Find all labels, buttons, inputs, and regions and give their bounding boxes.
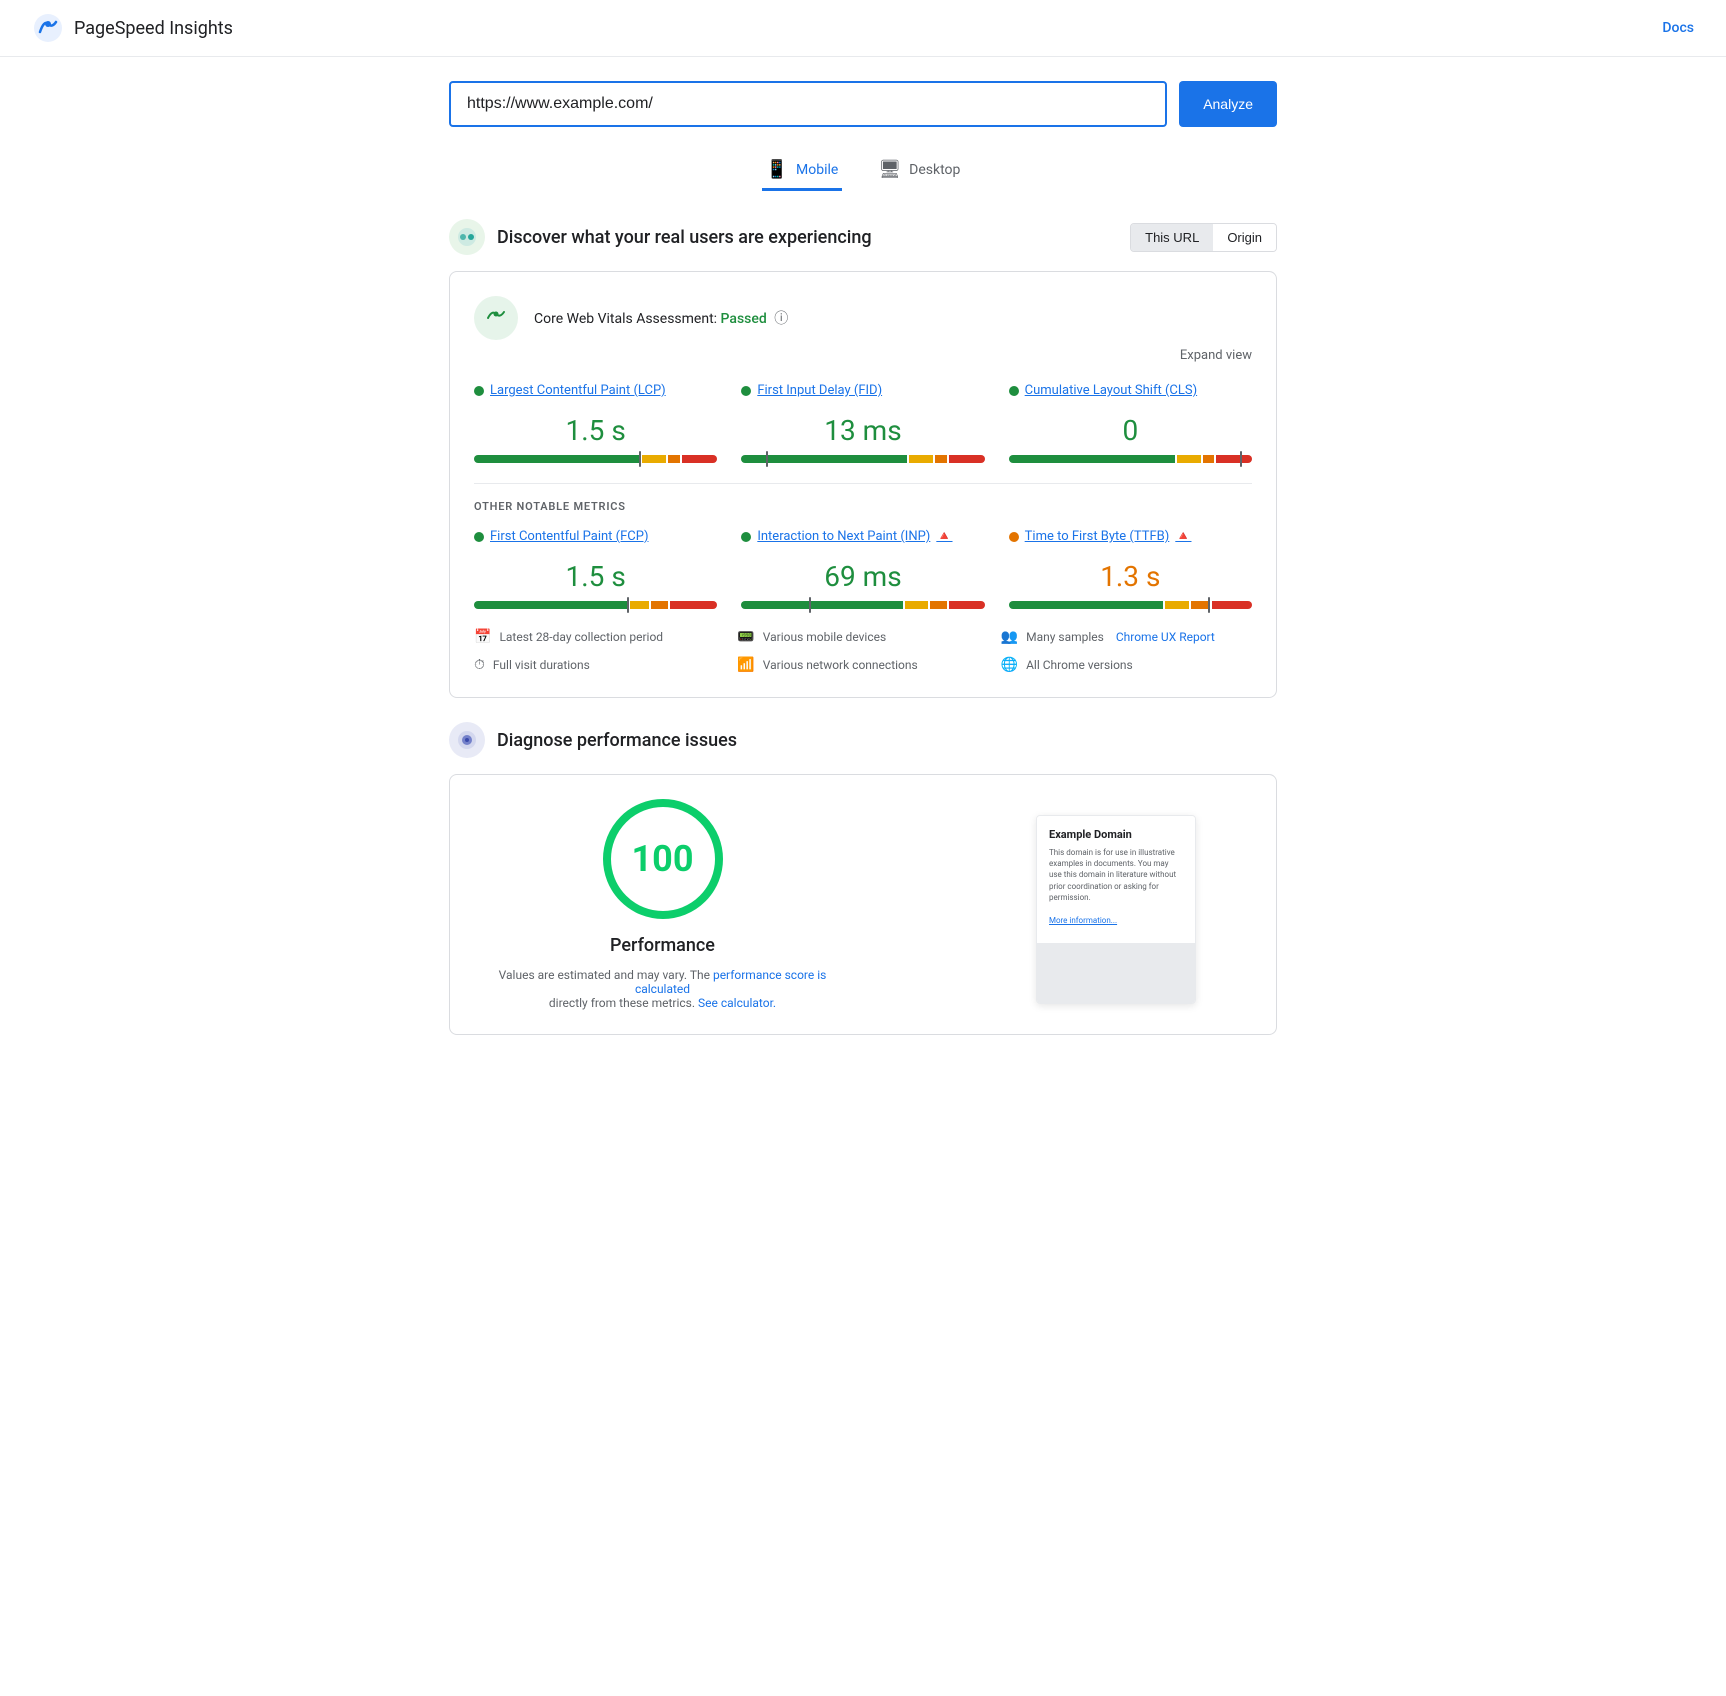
expand-view-button[interactable]: Expand view	[474, 348, 1252, 363]
metrics-divider	[474, 483, 1252, 484]
diagnose-layout: 100 Performance Values are estimated and…	[474, 799, 1252, 1010]
ttfb-dot	[1009, 532, 1019, 542]
main-content: Analyze 📱 Mobile 🖥 Desktop Discover what…	[433, 57, 1293, 1083]
diagnose-title-area: Diagnose performance issues	[449, 722, 737, 758]
network-icon: 📶	[737, 657, 754, 673]
chrome-icon: 🌐	[1001, 657, 1018, 673]
notable-metrics-label: OTHER NOTABLE METRICS	[474, 500, 1252, 513]
performance-score-value: 100	[632, 838, 694, 880]
docs-link[interactable]: Docs	[1662, 20, 1694, 36]
metric-fid-label[interactable]: First Input Delay (FID)	[741, 383, 984, 398]
calendar-icon: 📅	[474, 629, 491, 645]
metric-fcp-value: 1.5 s	[474, 560, 717, 593]
metric-inp-label[interactable]: Interaction to Next Paint (INP) 🔺	[741, 529, 984, 544]
origin-button[interactable]: Origin	[1213, 224, 1276, 251]
preview-link[interactable]: More information...	[1049, 916, 1117, 925]
performance-score-circle: 100	[603, 799, 723, 919]
inp-progress-bar	[741, 601, 984, 609]
device-tabs: 📱 Mobile 🖥 Desktop	[449, 151, 1277, 191]
ttfb-progress-bar	[1009, 601, 1252, 609]
page-preview-content: Example Domain This domain is for use in…	[1037, 816, 1195, 939]
tab-desktop[interactable]: 🖥 Desktop	[874, 151, 964, 191]
crux-card: Core Web Vitals Assessment: Passed ⓘ Exp…	[449, 271, 1277, 698]
mobile-icon: 📱	[766, 159, 788, 180]
preview-title: Example Domain	[1049, 828, 1183, 841]
info-mobile-devices: 📟 Various mobile devices	[737, 629, 988, 645]
cwv-passed: Passed	[721, 311, 767, 327]
metric-lcp-value: 1.5 s	[474, 414, 717, 447]
see-calculator-link[interactable]: See calculator.	[698, 996, 776, 1010]
notable-metrics-grid: First Contentful Paint (FCP) 1.5 s Inter…	[474, 529, 1252, 609]
info-chrome-versions: 🌐 All Chrome versions	[1001, 657, 1252, 673]
cls-progress-bar	[1009, 455, 1252, 463]
info-many-samples: 👥 Many samples Chrome UX Report	[1001, 629, 1252, 645]
performance-note: Values are estimated and may vary. The p…	[474, 968, 851, 1010]
preview-grey-bar	[1037, 943, 1195, 1003]
diagnose-section-icon	[449, 722, 485, 758]
metric-inp: Interaction to Next Paint (INP) 🔺 69 ms	[741, 529, 984, 609]
desktop-icon: 🖥	[878, 159, 901, 180]
inp-dot	[741, 532, 751, 542]
preview-text: This domain is for use in illustrative e…	[1049, 847, 1183, 903]
metric-fcp-label[interactable]: First Contentful Paint (FCP)	[474, 529, 717, 544]
device-icon: 📟	[737, 629, 754, 645]
info-collection-period: 📅 Latest 28-day collection period	[474, 629, 725, 645]
fid-dot	[741, 386, 751, 396]
page-preview: Example Domain This domain is for use in…	[1036, 815, 1196, 1004]
info-network: 📶 Various network connections	[737, 657, 988, 673]
pagespeed-logo-icon	[32, 12, 64, 44]
core-metrics-grid: Largest Contentful Paint (LCP) 1.5 s Fir…	[474, 383, 1252, 463]
metric-cls-value: 0	[1009, 414, 1252, 447]
cwv-icon	[474, 296, 518, 340]
ttfb-info-icon[interactable]: 🔺	[1175, 529, 1191, 544]
fcp-progress-bar	[474, 601, 717, 609]
timer-icon: ⏱	[474, 657, 485, 673]
logo-area: PageSpeed Insights	[32, 12, 233, 44]
metric-lcp-label[interactable]: Largest Contentful Paint (LCP)	[474, 383, 717, 398]
diagnose-card: 100 Performance Values are estimated and…	[449, 774, 1277, 1035]
url-origin-toggle: This URL Origin	[1130, 223, 1277, 252]
crux-info-grid: 📅 Latest 28-day collection period 📟 Vari…	[474, 629, 1252, 673]
app-header: PageSpeed Insights Docs	[0, 0, 1726, 57]
chrome-ux-report-link[interactable]: Chrome UX Report	[1116, 630, 1215, 644]
cwv-help-icon[interactable]: ⓘ	[774, 311, 788, 327]
tab-mobile-label: Mobile	[796, 162, 838, 178]
samples-icon: 👥	[1001, 629, 1018, 645]
url-input[interactable]	[449, 81, 1167, 127]
search-bar: Analyze	[449, 81, 1277, 127]
performance-label: Performance	[474, 935, 851, 956]
analyze-button[interactable]: Analyze	[1179, 81, 1277, 127]
crux-section-title: Discover what your real users are experi…	[497, 227, 872, 248]
info-full-visit: ⏱ Full visit durations	[474, 657, 725, 673]
crux-title-area: Discover what your real users are experi…	[449, 219, 872, 255]
tab-mobile[interactable]: 📱 Mobile	[762, 151, 843, 191]
metric-fid: First Input Delay (FID) 13 ms	[741, 383, 984, 463]
inp-info-icon[interactable]: 🔺	[936, 529, 952, 544]
metric-ttfb-label[interactable]: Time to First Byte (TTFB) 🔺	[1009, 529, 1252, 544]
this-url-button[interactable]: This URL	[1131, 224, 1213, 251]
app-title: PageSpeed Insights	[74, 18, 233, 39]
fid-progress-bar	[741, 455, 984, 463]
cls-dot	[1009, 386, 1019, 396]
metric-inp-value: 69 ms	[741, 560, 984, 593]
diagnose-section-header: Diagnose performance issues	[449, 722, 1277, 758]
crux-section-icon	[449, 219, 485, 255]
metric-ttfb-value: 1.3 s	[1009, 560, 1252, 593]
cwv-title: Core Web Vitals Assessment: Passed ⓘ	[534, 308, 788, 328]
diagnose-section-title: Diagnose performance issues	[497, 730, 737, 751]
metric-lcp: Largest Contentful Paint (LCP) 1.5 s	[474, 383, 717, 463]
cwv-header: Core Web Vitals Assessment: Passed ⓘ	[474, 296, 1252, 340]
lcp-dot	[474, 386, 484, 396]
lcp-progress-bar	[474, 455, 717, 463]
metric-fid-value: 13 ms	[741, 414, 984, 447]
crux-section-header: Discover what your real users are experi…	[449, 219, 1277, 255]
metric-ttfb: Time to First Byte (TTFB) 🔺 1.3 s	[1009, 529, 1252, 609]
metric-cls-label[interactable]: Cumulative Layout Shift (CLS)	[1009, 383, 1252, 398]
metric-cls: Cumulative Layout Shift (CLS) 0	[1009, 383, 1252, 463]
diagnose-left: 100 Performance Values are estimated and…	[474, 799, 851, 1010]
tab-desktop-label: Desktop	[909, 162, 960, 178]
fcp-dot	[474, 532, 484, 542]
metric-fcp: First Contentful Paint (FCP) 1.5 s	[474, 529, 717, 609]
